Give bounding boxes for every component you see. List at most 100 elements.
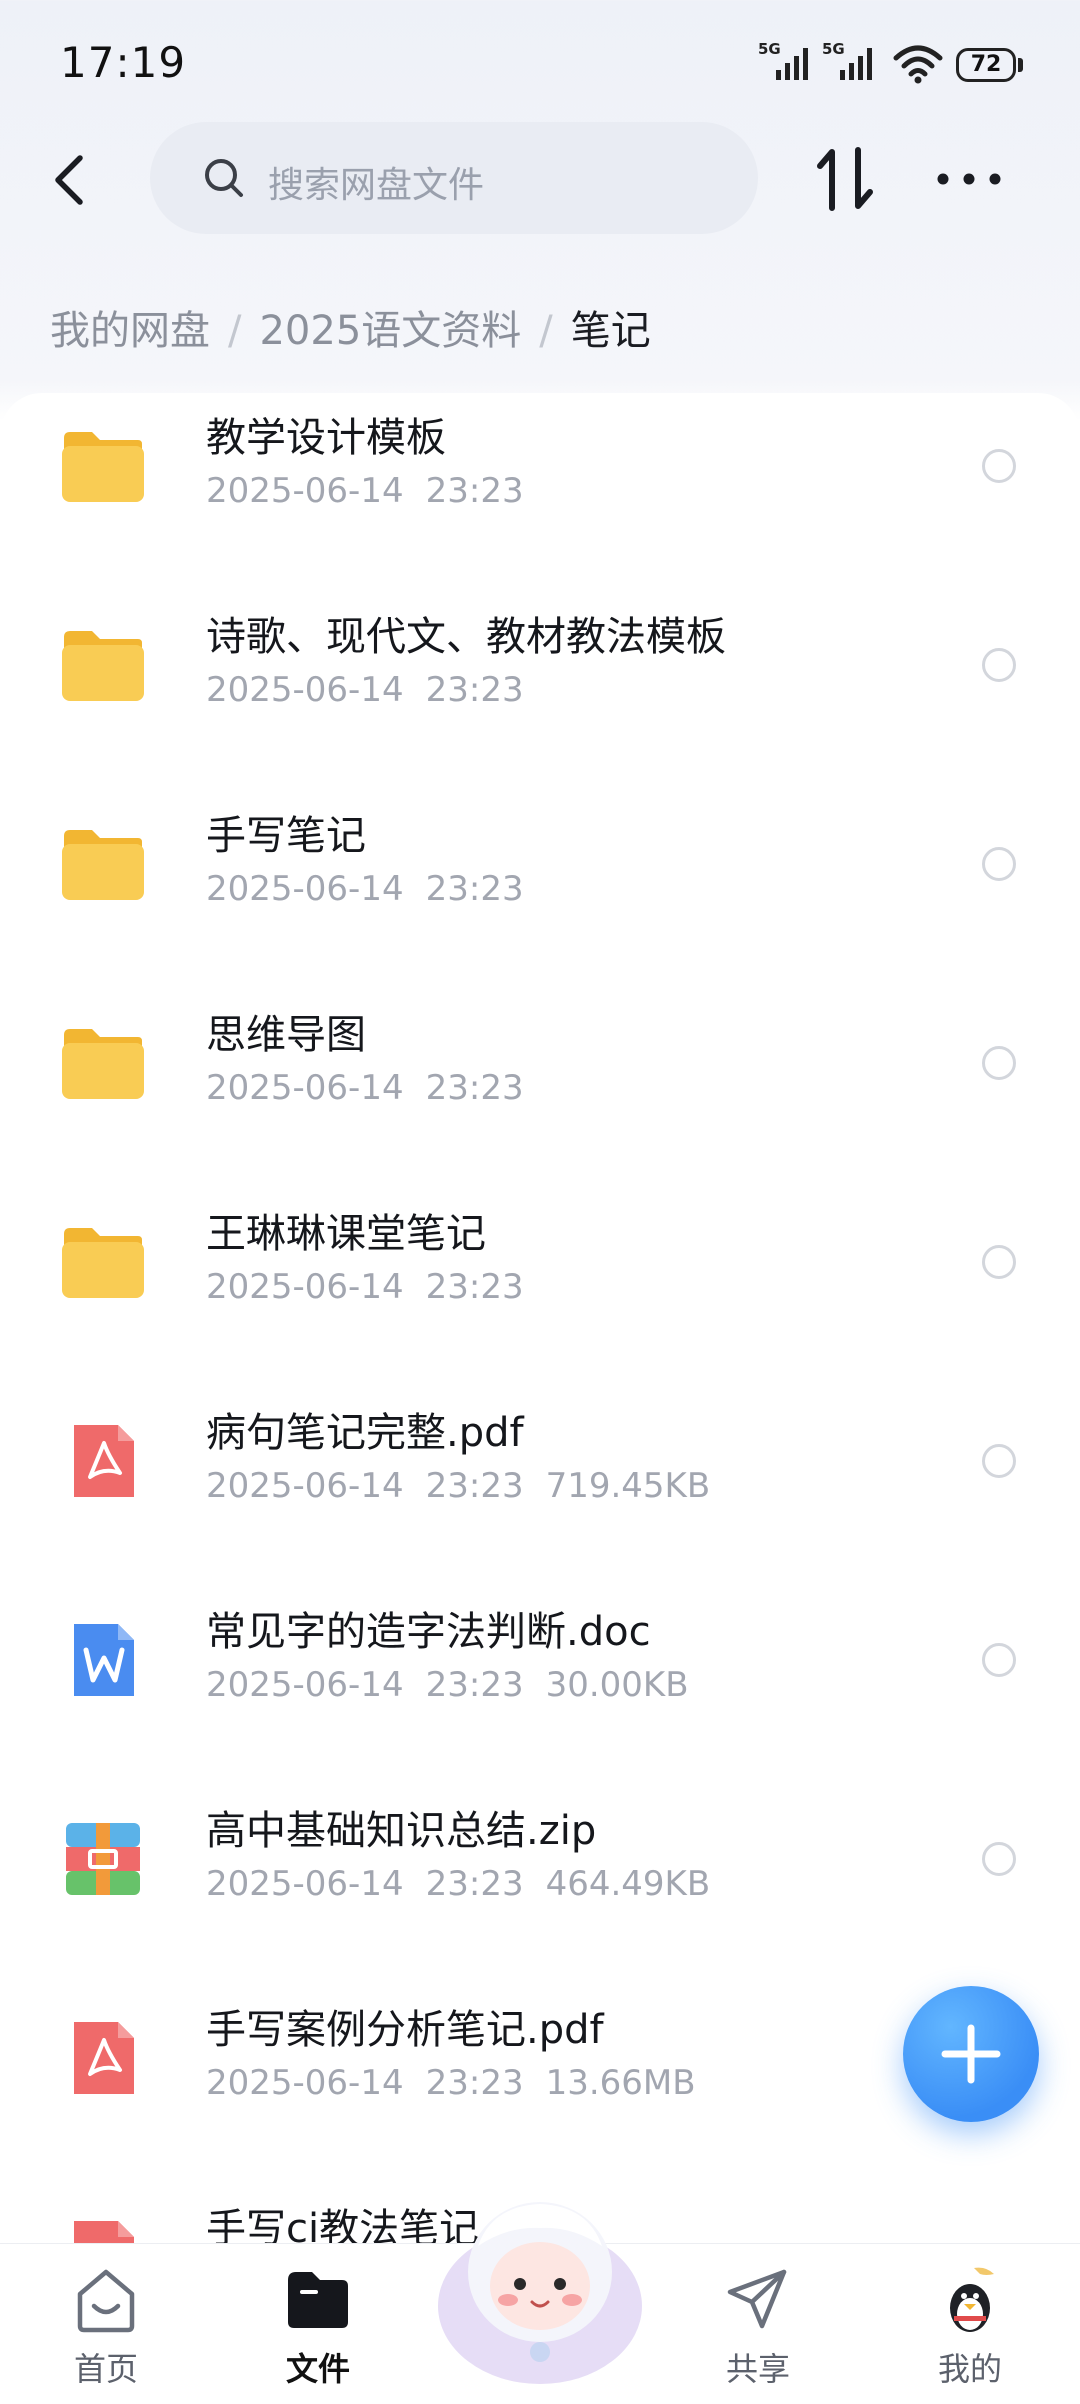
folder-icon [62, 830, 144, 900]
file-name: 教学设计模板 [206, 415, 446, 461]
file-time: 23:23 [425, 869, 524, 909]
tab-files[interactable]: 文件 [248, 2264, 388, 2394]
top-bar: 搜索网盘文件 [0, 120, 1080, 240]
file-size: 464.49KB [545, 1864, 711, 1904]
wifi-icon [893, 45, 943, 84]
file-list: 教学设计模板 2025-06-14 23:23 诗歌、现代文、教材教法模板 202… [0, 393, 1080, 2243]
file-row[interactable]: 病句笔记完整.pdf 2025-06-14 23:23 719.45KB [0, 1388, 1080, 1587]
folder-icon [62, 1029, 144, 1099]
file-date: 2025-06-14 [206, 1864, 404, 1904]
breadcrumb-parent[interactable]: 2025语文资料 [259, 308, 521, 354]
select-checkbox[interactable] [982, 648, 1016, 682]
file-name: 手写案例分析笔记.pdf [206, 2007, 604, 2053]
folder-icon [62, 631, 144, 701]
file-name: 手写笔记 [206, 813, 366, 859]
breadcrumb-root[interactable]: 我的网盘 [50, 308, 210, 354]
file-time: 23:23 [425, 670, 524, 710]
select-checkbox[interactable] [982, 449, 1016, 483]
status-time: 17:19 [60, 38, 187, 87]
file-time: 23:23 [425, 1267, 524, 1307]
status-bar: 17:19 5G 5G 72 [0, 0, 1080, 130]
file-meta: 2025-06-14 23:23 [206, 869, 524, 909]
select-checkbox[interactable] [982, 1046, 1016, 1080]
back-icon[interactable] [40, 148, 104, 212]
file-date: 2025-06-14 [206, 1267, 404, 1307]
word-doc-icon [74, 1624, 134, 1696]
file-meta: 2025-06-14 23:23 719.45KB [206, 1466, 710, 1506]
tab-home-label: 首页 [73, 2350, 138, 2388]
file-size: 719.45KB [545, 1466, 711, 1506]
file-meta: 2025-06-14 23:23 [206, 1068, 524, 1108]
zip-archive-icon [66, 1823, 140, 1895]
file-name: 常见字的造字法判断.doc [206, 1609, 651, 1655]
file-name: 王琳琳课堂笔记 [206, 1211, 486, 1257]
file-row[interactable]: 常见字的造字法判断.doc 2025-06-14 23:23 30.00KB [0, 1587, 1080, 1786]
file-size: 13.66MB [545, 2063, 696, 2103]
file-size: 30.00KB [545, 1665, 689, 1705]
sort-icon[interactable] [812, 144, 878, 214]
file-date: 2025-06-14 [206, 2063, 404, 2103]
battery-indicator: 72 [956, 48, 1016, 82]
file-row[interactable]: 思维导图 2025-06-14 23:23 [0, 990, 1080, 1189]
file-time: 23:23 [425, 1466, 524, 1506]
penguin-avatar-icon [950, 2267, 994, 2332]
add-button[interactable] [903, 1986, 1039, 2122]
breadcrumb-separator: / [539, 308, 553, 354]
breadcrumb-current: 笔记 [570, 308, 651, 354]
file-date: 2025-06-14 [206, 1665, 404, 1705]
file-date: 2025-06-14 [206, 869, 404, 909]
select-checkbox[interactable] [982, 847, 1016, 881]
tab-mine-label: 我的 [937, 2350, 1002, 2388]
search-input[interactable]: 搜索网盘文件 [150, 122, 758, 234]
select-checkbox[interactable] [982, 1245, 1016, 1279]
select-checkbox[interactable] [982, 1643, 1016, 1677]
file-row[interactable]: 高中基础知识总结.zip 2025-06-14 23:23 464.49KB [0, 1786, 1080, 1985]
select-checkbox[interactable] [982, 1444, 1016, 1478]
file-row[interactable]: 王琳琳课堂笔记 2025-06-14 23:23 [0, 1189, 1080, 1388]
tab-home[interactable]: 首页 [36, 2264, 176, 2394]
tab-files-label: 文件 [285, 2350, 350, 2388]
battery-tip [1018, 58, 1023, 72]
pdf-file-icon [74, 2022, 134, 2094]
file-row[interactable]: 教学设计模板 2025-06-14 23:23 [0, 393, 1080, 592]
file-name: 思维导图 [206, 1012, 366, 1058]
file-row[interactable]: 诗歌、现代文、教材教法模板 2025-06-14 23:23 [0, 592, 1080, 791]
file-meta: 2025-06-14 23:23 [206, 471, 524, 511]
file-meta: 2025-06-14 23:23 464.49KB [206, 1864, 710, 1904]
breadcrumb-separator: / [228, 308, 242, 354]
search-placeholder: 搜索网盘文件 [268, 165, 485, 206]
breadcrumb: 我的网盘 / 2025语文资料 / 笔记 [50, 298, 651, 356]
select-checkbox[interactable] [982, 1842, 1016, 1876]
folder-icon [288, 2272, 348, 2328]
plus-icon [941, 2024, 1001, 2084]
file-time: 23:23 [425, 471, 524, 511]
file-name: 诗歌、现代文、教材教法模板 [206, 614, 726, 660]
file-date: 2025-06-14 [206, 670, 404, 710]
mascot-assistant-icon[interactable] [432, 2186, 648, 2386]
file-meta: 2025-06-14 23:23 30.00KB [206, 1665, 689, 1705]
paper-plane-icon [727, 2269, 787, 2329]
file-time: 23:23 [425, 1068, 524, 1108]
more-options-icon[interactable] [930, 146, 1008, 212]
file-name: 高中基础知识总结.zip [206, 1808, 597, 1854]
file-date: 2025-06-14 [206, 1466, 404, 1506]
file-date: 2025-06-14 [206, 1068, 404, 1108]
tab-share[interactable]: 共享 [688, 2264, 828, 2394]
file-time: 23:23 [425, 1665, 524, 1705]
pdf-file-icon [74, 2221, 134, 2243]
file-time: 23:23 [425, 2063, 524, 2103]
search-icon [205, 159, 243, 197]
file-time: 23:23 [425, 1864, 524, 1904]
tab-mine[interactable]: 我的 [900, 2264, 1040, 2394]
file-meta: 2025-06-14 23:23 13.66MB [206, 2063, 696, 2103]
tab-share-label: 共享 [725, 2350, 790, 2388]
file-meta: 2025-06-14 23:23 [206, 670, 524, 710]
file-date: 2025-06-14 [206, 471, 404, 511]
file-name: 病句笔记完整.pdf [206, 1410, 524, 1456]
folder-icon [62, 1228, 144, 1298]
file-meta: 2025-06-14 23:23 [206, 1267, 524, 1307]
file-row[interactable]: 手写笔记 2025-06-14 23:23 [0, 791, 1080, 990]
home-icon [77, 2269, 135, 2333]
folder-icon [62, 432, 144, 502]
pdf-file-icon [74, 1425, 134, 1497]
